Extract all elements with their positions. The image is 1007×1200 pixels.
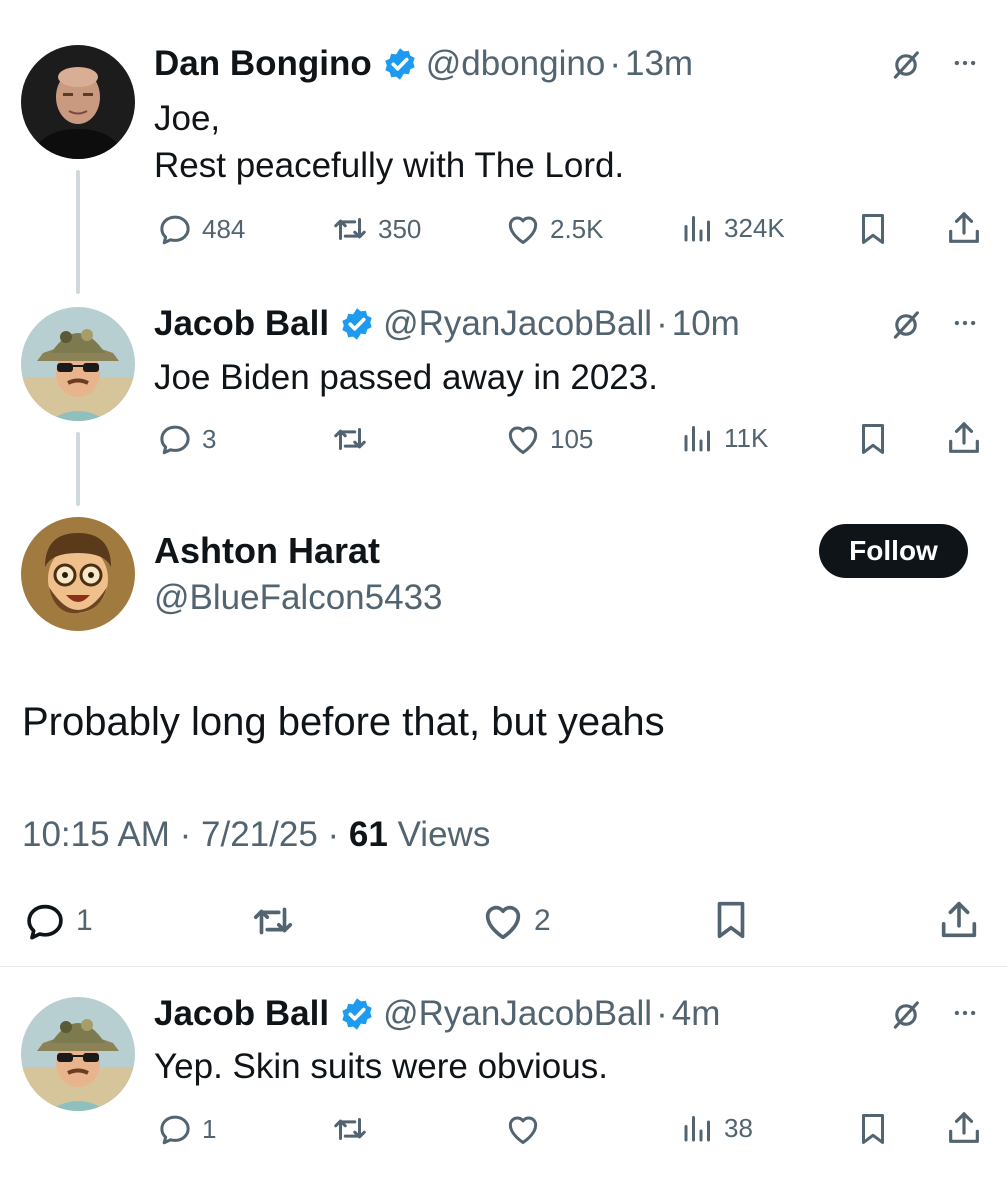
tweet-text: Joe, Rest peacefully with The Lord. — [154, 95, 624, 189]
author-handle[interactable]: @dbongino — [426, 44, 606, 84]
share-icon[interactable] — [944, 418, 984, 458]
tweet-text-line: Joe, — [154, 99, 221, 138]
repost-icon — [330, 420, 370, 458]
follow-button[interactable]: Follow — [819, 524, 968, 578]
post-date[interactable]: 7/21/25 — [201, 815, 318, 854]
like-button[interactable] — [504, 1110, 542, 1148]
views-count: 11K — [724, 422, 769, 453]
views-label: Views — [397, 815, 491, 854]
repost-button[interactable]: 350 — [330, 210, 421, 248]
post-metadata: 10:15 AM · 7/21/25 · 61 Views — [22, 815, 490, 855]
tweet-text-line: Rest peacefully with The Lord. — [154, 146, 625, 185]
post-time[interactable]: 4m — [672, 994, 721, 1034]
repost-button[interactable] — [330, 1110, 370, 1148]
views-button[interactable]: 38 — [680, 1110, 753, 1146]
avatar-jacob-ball[interactable] — [21, 307, 135, 421]
post-time[interactable]: 13m — [625, 44, 693, 84]
grok-icon[interactable] — [889, 48, 923, 82]
grok-icon[interactable] — [889, 308, 923, 342]
views-count: 61 — [348, 815, 388, 854]
views-icon — [680, 1110, 716, 1146]
share-icon[interactable] — [944, 208, 984, 248]
reply-icon — [156, 210, 194, 248]
separator-dot: · — [609, 44, 621, 83]
reply-count: 3 — [202, 423, 217, 454]
grok-icon[interactable] — [889, 998, 923, 1032]
repost-icon — [330, 210, 370, 248]
like-count: 2.5K — [550, 213, 604, 244]
separator-dot: · — [327, 815, 340, 854]
bookmark-icon[interactable] — [854, 210, 892, 248]
views-count: 38 — [724, 1112, 753, 1143]
like-button[interactable]: 2.5K — [504, 210, 604, 248]
reply-count: 1 — [76, 904, 93, 937]
bookmark-icon[interactable] — [854, 420, 892, 458]
separator-dot: · — [656, 994, 668, 1033]
reply-icon — [156, 1110, 194, 1148]
tweet-text: Yep. Skin suits were obvious. — [154, 1047, 608, 1086]
reply-button[interactable]: 1 — [156, 1110, 216, 1148]
views-count: 324K — [724, 212, 785, 243]
main-tweet-text: Probably long before that, but yeahs — [22, 700, 665, 744]
reply-icon — [22, 898, 68, 944]
repost-button[interactable] — [248, 898, 298, 944]
like-button[interactable]: 105 — [504, 420, 593, 458]
verified-badge-icon — [339, 996, 375, 1032]
repost-icon — [248, 898, 298, 944]
like-icon — [480, 898, 526, 944]
reply-button[interactable]: 1 — [22, 898, 93, 944]
views-icon — [680, 210, 716, 246]
share-icon[interactable] — [936, 896, 982, 944]
divider — [0, 966, 1007, 967]
post-time[interactable]: 10:15 AM — [22, 815, 170, 854]
verified-badge-icon — [382, 46, 418, 82]
like-button[interactable]: 2 — [480, 898, 551, 944]
views-icon — [680, 420, 716, 456]
repost-button[interactable] — [330, 420, 370, 458]
more-icon[interactable] — [948, 50, 982, 76]
main-author-handle[interactable]: @BlueFalcon5433 — [154, 578, 443, 618]
reply-icon — [156, 420, 194, 458]
author-name[interactable]: Dan Bongino — [154, 44, 372, 84]
tweet-text: Joe Biden passed away in 2023. — [154, 358, 658, 397]
views-button[interactable]: 324K — [680, 210, 785, 246]
bookmark-icon[interactable] — [854, 1110, 892, 1148]
like-icon — [504, 420, 542, 458]
like-icon — [504, 210, 542, 248]
repost-icon — [330, 1110, 370, 1148]
views-button[interactable]: 11K — [680, 420, 768, 456]
like-icon — [504, 1110, 542, 1148]
thread-line — [76, 432, 80, 506]
post-time[interactable]: 10m — [672, 304, 740, 344]
author-name[interactable]: Jacob Ball — [154, 994, 329, 1034]
separator-dot: · — [179, 815, 192, 854]
repost-count: 350 — [378, 213, 422, 244]
more-icon[interactable] — [948, 310, 982, 336]
avatar-dan-bongino[interactable] — [21, 45, 135, 159]
reply-header: Jacob Ball @RyanJacobBall · 4m — [154, 994, 720, 1034]
reply-count: 1 — [202, 1113, 217, 1144]
avatar-ashton-harat[interactable] — [21, 517, 135, 631]
verified-badge-icon — [339, 306, 375, 342]
share-icon[interactable] — [944, 1108, 984, 1148]
tweet-1-header: Dan Bongino @dbongino · 13m — [154, 44, 693, 84]
more-icon[interactable] — [948, 1000, 982, 1026]
separator-dot: · — [656, 304, 668, 343]
author-name[interactable]: Jacob Ball — [154, 304, 329, 344]
reply-button[interactable]: 484 — [156, 210, 245, 248]
author-handle[interactable]: @RyanJacobBall — [383, 994, 652, 1034]
reply-count: 484 — [202, 213, 246, 244]
like-count: 105 — [550, 423, 594, 454]
tweet-2-header: Jacob Ball @RyanJacobBall · 10m — [154, 304, 740, 344]
main-author-name[interactable]: Ashton Harat — [154, 530, 380, 572]
thread-line — [76, 170, 80, 294]
bookmark-icon[interactable] — [708, 896, 754, 944]
like-count: 2 — [534, 904, 551, 937]
author-handle[interactable]: @RyanJacobBall — [383, 304, 652, 344]
avatar-jacob-ball[interactable] — [21, 997, 135, 1111]
reply-button[interactable]: 3 — [156, 420, 216, 458]
